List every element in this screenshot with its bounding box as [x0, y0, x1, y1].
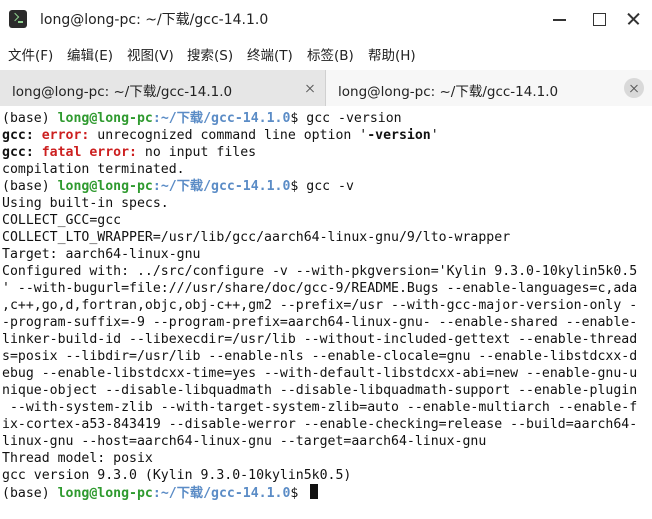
- terminal-line: (base) long@long-pc:~/下载/gcc-14.1.0$ gcc…: [2, 179, 354, 194]
- menu-terminal[interactable]: 终端(T): [247, 44, 293, 64]
- tab-terminal-1[interactable]: long@long-pc: ~/下载/gcc-14.1.0: [0, 70, 326, 106]
- terminal-line: --with-system-zlib --with-target-system-…: [2, 400, 638, 415]
- menu-file[interactable]: 文件(F): [8, 44, 53, 64]
- terminal-line: gcc: error: unrecognized command line op…: [2, 128, 439, 143]
- text-cursor: [310, 484, 319, 499]
- menu-search[interactable]: 搜索(S): [187, 44, 233, 64]
- terminal-output[interactable]: (base) long@long-pc:~/下载/gcc-14.1.0$ gcc…: [0, 107, 652, 519]
- terminal-line: linux-gnu --host=aarch64-linux-gnu --tar…: [2, 434, 487, 449]
- tab-label: long@long-pc: ~/下载/gcc-14.1.0: [338, 84, 559, 100]
- terminal-line: (base) long@long-pc:~/下载/gcc-14.1.0$: [2, 484, 319, 501]
- terminal-line: COLLECT_GCC=gcc: [2, 213, 122, 228]
- terminal-line: ,c++,go,d,fortran,objc,obj-c++,gm2 --pre…: [2, 298, 638, 313]
- menu-bar: 文件(F) 编辑(E) 视图(V) 搜索(S) 终端(T) 标签(B) 帮助(H…: [0, 38, 652, 66]
- close-window-button[interactable]: [624, 9, 644, 29]
- terminal-line: Configured with: ../src/configure -v --w…: [2, 264, 638, 279]
- title-bar: long@long-pc: ~/下载/gcc-14.1.0: [0, 0, 652, 38]
- tab-bar: long@long-pc: ~/下载/gcc-14.1.0 long@long-…: [0, 70, 652, 106]
- terminal-line: compilation terminated.: [2, 162, 185, 177]
- terminal-line: linker-build-id --libexecdir=/usr/lib --…: [2, 332, 638, 347]
- terminal-line: nique-object --disable-libquadmath --dis…: [2, 383, 638, 398]
- terminal-line: ix-cortex-a53-843419 --disable-werror --…: [2, 417, 638, 432]
- terminal-line: (base) long@long-pc:~/下载/gcc-14.1.0$ gcc…: [2, 111, 402, 126]
- terminal-line: gcc: fatal error: no input files: [2, 145, 257, 160]
- maximize-button[interactable]: [589, 9, 609, 29]
- tab-label: long@long-pc: ~/下载/gcc-14.1.0: [12, 84, 233, 100]
- terminal-line: Thread model: posix: [2, 451, 153, 466]
- terminal-line: ebug --enable-libstdcxx-time=yes --with-…: [2, 366, 638, 381]
- menu-help[interactable]: 帮助(H): [368, 44, 416, 64]
- tab-close-icon[interactable]: [300, 78, 320, 98]
- menu-tabs[interactable]: 标签(B): [307, 44, 354, 64]
- tab-close-icon[interactable]: [624, 78, 644, 98]
- terminal-line: gcc version 9.3.0 (Kylin 9.3.0-10kylin5k…: [2, 468, 352, 483]
- terminal-line: s=posix --libdir=/usr/lib --enable-nls -…: [2, 349, 638, 364]
- command-text: gcc -version: [306, 111, 402, 126]
- window-title: long@long-pc: ~/下载/gcc-14.1.0: [40, 12, 269, 28]
- terminal-line: Using built-in specs.: [2, 196, 169, 211]
- terminal-line: COLLECT_LTO_WRAPPER=/usr/lib/gcc/aarch64…: [2, 230, 511, 245]
- terminal-app-icon: [9, 10, 27, 28]
- command-text: gcc -v: [306, 179, 354, 194]
- terminal-line: Target: aarch64-linux-gnu: [2, 247, 201, 262]
- minimize-button[interactable]: [550, 9, 570, 29]
- menu-edit[interactable]: 编辑(E): [67, 44, 113, 64]
- tab-terminal-2[interactable]: long@long-pc: ~/下载/gcc-14.1.0: [326, 70, 652, 106]
- terminal-line: -program-suffix=-9 --program-prefix=aarc…: [2, 315, 638, 330]
- terminal-line: ' --with-bugurl=file:///usr/share/doc/gc…: [2, 281, 638, 296]
- menu-view[interactable]: 视图(V): [127, 44, 174, 64]
